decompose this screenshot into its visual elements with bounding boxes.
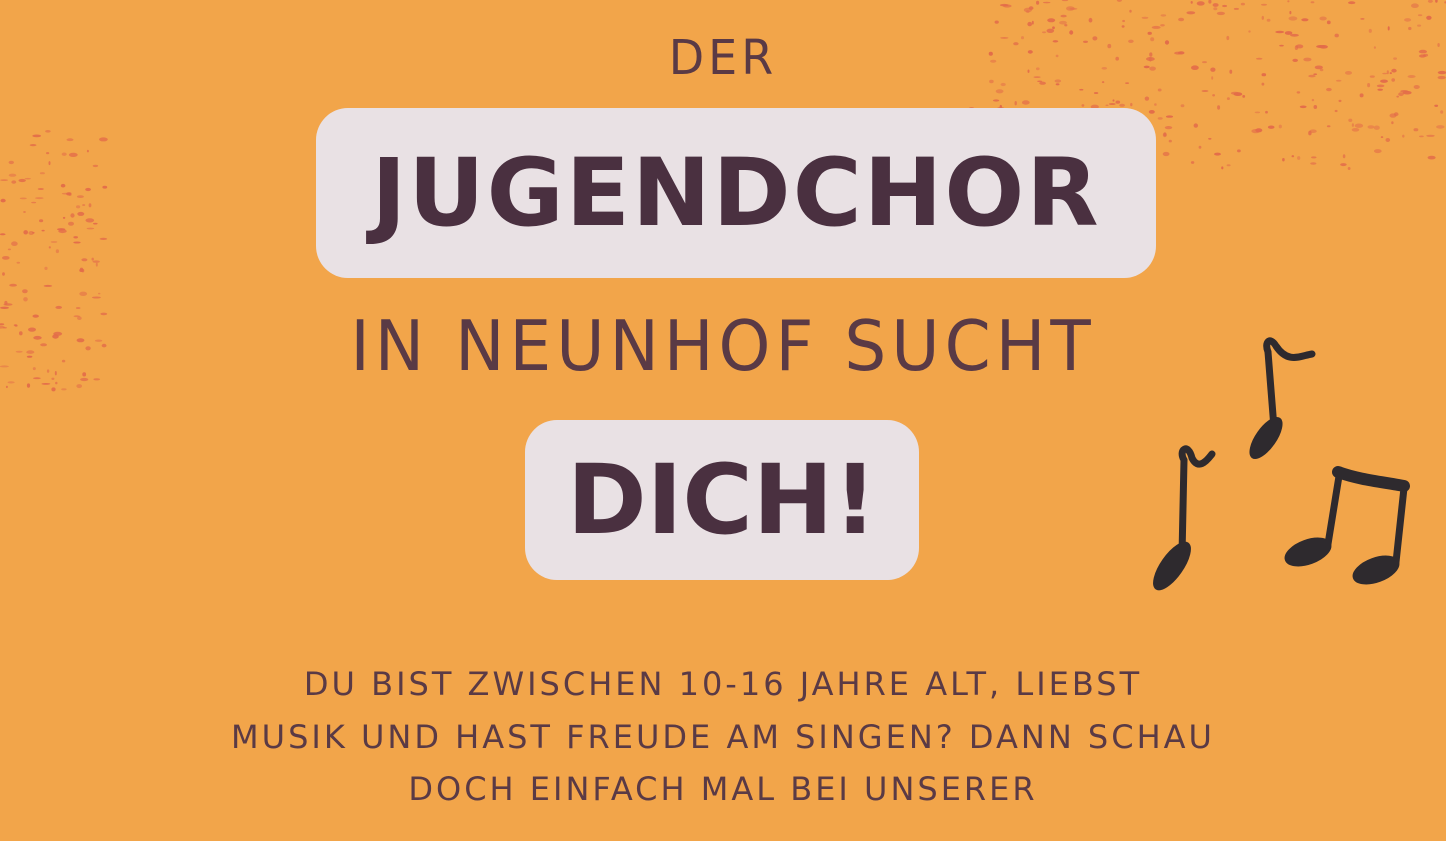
callout-text: DICH! [567,444,877,556]
music-notes-icon [1153,337,1410,591]
body-line-1: DU BIST ZWISCHEN 10-16 JAHRE ALT, LIEBST [303,665,1143,703]
body-line-2: MUSIK UND HAST FREUDE AM SINGEN? DANN SC… [231,718,1215,756]
title-main: JUGENDCHOR [371,138,1101,248]
title-pill: JUGENDCHOR [316,108,1156,278]
callout-pill: DICH! [525,420,919,580]
body-line-3: DOCH EINFACH MAL BEI UNSERER [408,770,1038,808]
header-pre: DER [668,28,778,86]
